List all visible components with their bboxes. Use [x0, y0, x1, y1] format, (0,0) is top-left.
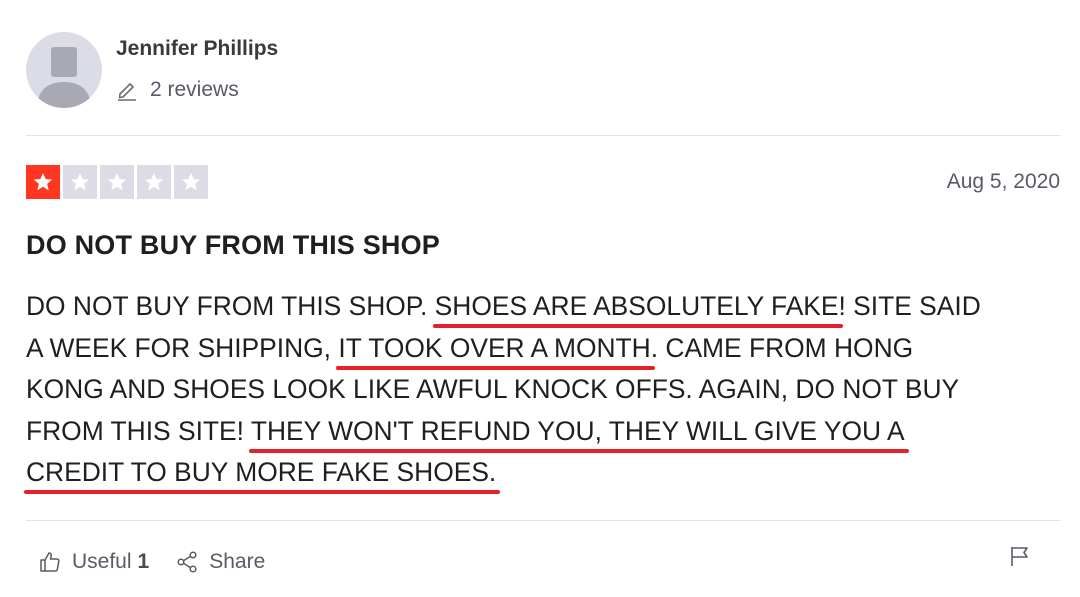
- star-icon: [100, 165, 134, 199]
- review-card: Jennifer Phillips 2 reviews Aug 5, 2020 …: [0, 0, 1080, 597]
- review-body-line: A WEEK FOR SHIPPING, IT TOOK OVER A MONT…: [26, 328, 1071, 370]
- reviewer-name[interactable]: Jennifer Phillips: [116, 36, 278, 62]
- share-button[interactable]: Share: [175, 550, 265, 574]
- useful-button[interactable]: Useful 1: [38, 550, 149, 574]
- underlined-text: THEY WON'T REFUND YOU, THEY WILL GIVE YO…: [250, 415, 905, 446]
- useful-count: 1: [137, 550, 150, 573]
- review-body-line: KONG AND SHOES LOOK LIKE AWFUL KNOCK OFF…: [26, 374, 960, 404]
- review-date: Aug 5, 2020: [946, 170, 1060, 193]
- star-icon: [137, 165, 171, 199]
- underlined-text: CREDIT TO BUY MORE FAKE SHOES.: [26, 457, 497, 487]
- reviewer-review-count: 2 reviews: [116, 76, 239, 104]
- star-rating: [26, 165, 208, 199]
- review-text: . CAME FROM HONG: [650, 332, 914, 363]
- footer-divider: [26, 520, 1061, 521]
- pencil-icon: [118, 83, 136, 101]
- review-body-line: DO NOT BUY FROM THIS SHOP. SHOES ARE ABS…: [26, 286, 1071, 328]
- review-text: DO NOT BUY FROM THIS SHOP.: [26, 291, 435, 321]
- flag-icon: [1011, 547, 1028, 566]
- star-icon: [174, 165, 208, 199]
- useful-label: Useful: [72, 550, 132, 573]
- underlined-text: IT TOOK OVER A MONTH: [338, 332, 651, 363]
- header-divider: [26, 135, 1061, 136]
- review-text: ! SITE SAID: [838, 291, 981, 321]
- underlined-text: SHOES ARE ABSOLUTELY FAKE: [434, 291, 839, 321]
- review-text: A WEEK FOR SHIPPING,: [26, 332, 339, 363]
- review-actions: Useful 1 Share: [38, 550, 265, 574]
- review-body: DO NOT BUY FROM THIS SHOP. SHOES ARE ABS…: [26, 286, 1071, 494]
- star-icon: [26, 165, 60, 199]
- share-label: Share: [209, 550, 266, 573]
- review-text: FROM THIS SITE!: [26, 415, 251, 446]
- star-icon: [63, 165, 97, 199]
- review-body-line: FROM THIS SITE! THEY WON'T REFUND YOU, T…: [26, 411, 1071, 453]
- reviewer-avatar[interactable]: [26, 32, 102, 108]
- reviews-count-label: 2 reviews: [150, 78, 239, 101]
- user-silhouette-icon: [37, 47, 91, 108]
- share-icon: [177, 551, 197, 573]
- report-button[interactable]: [1008, 544, 1032, 573]
- thumbs-up-icon: [40, 552, 60, 572]
- review-body-line: CREDIT TO BUY MORE FAKE SHOES.: [26, 452, 1071, 494]
- review-title: DO NOT BUY FROM THIS SHOP: [26, 230, 441, 260]
